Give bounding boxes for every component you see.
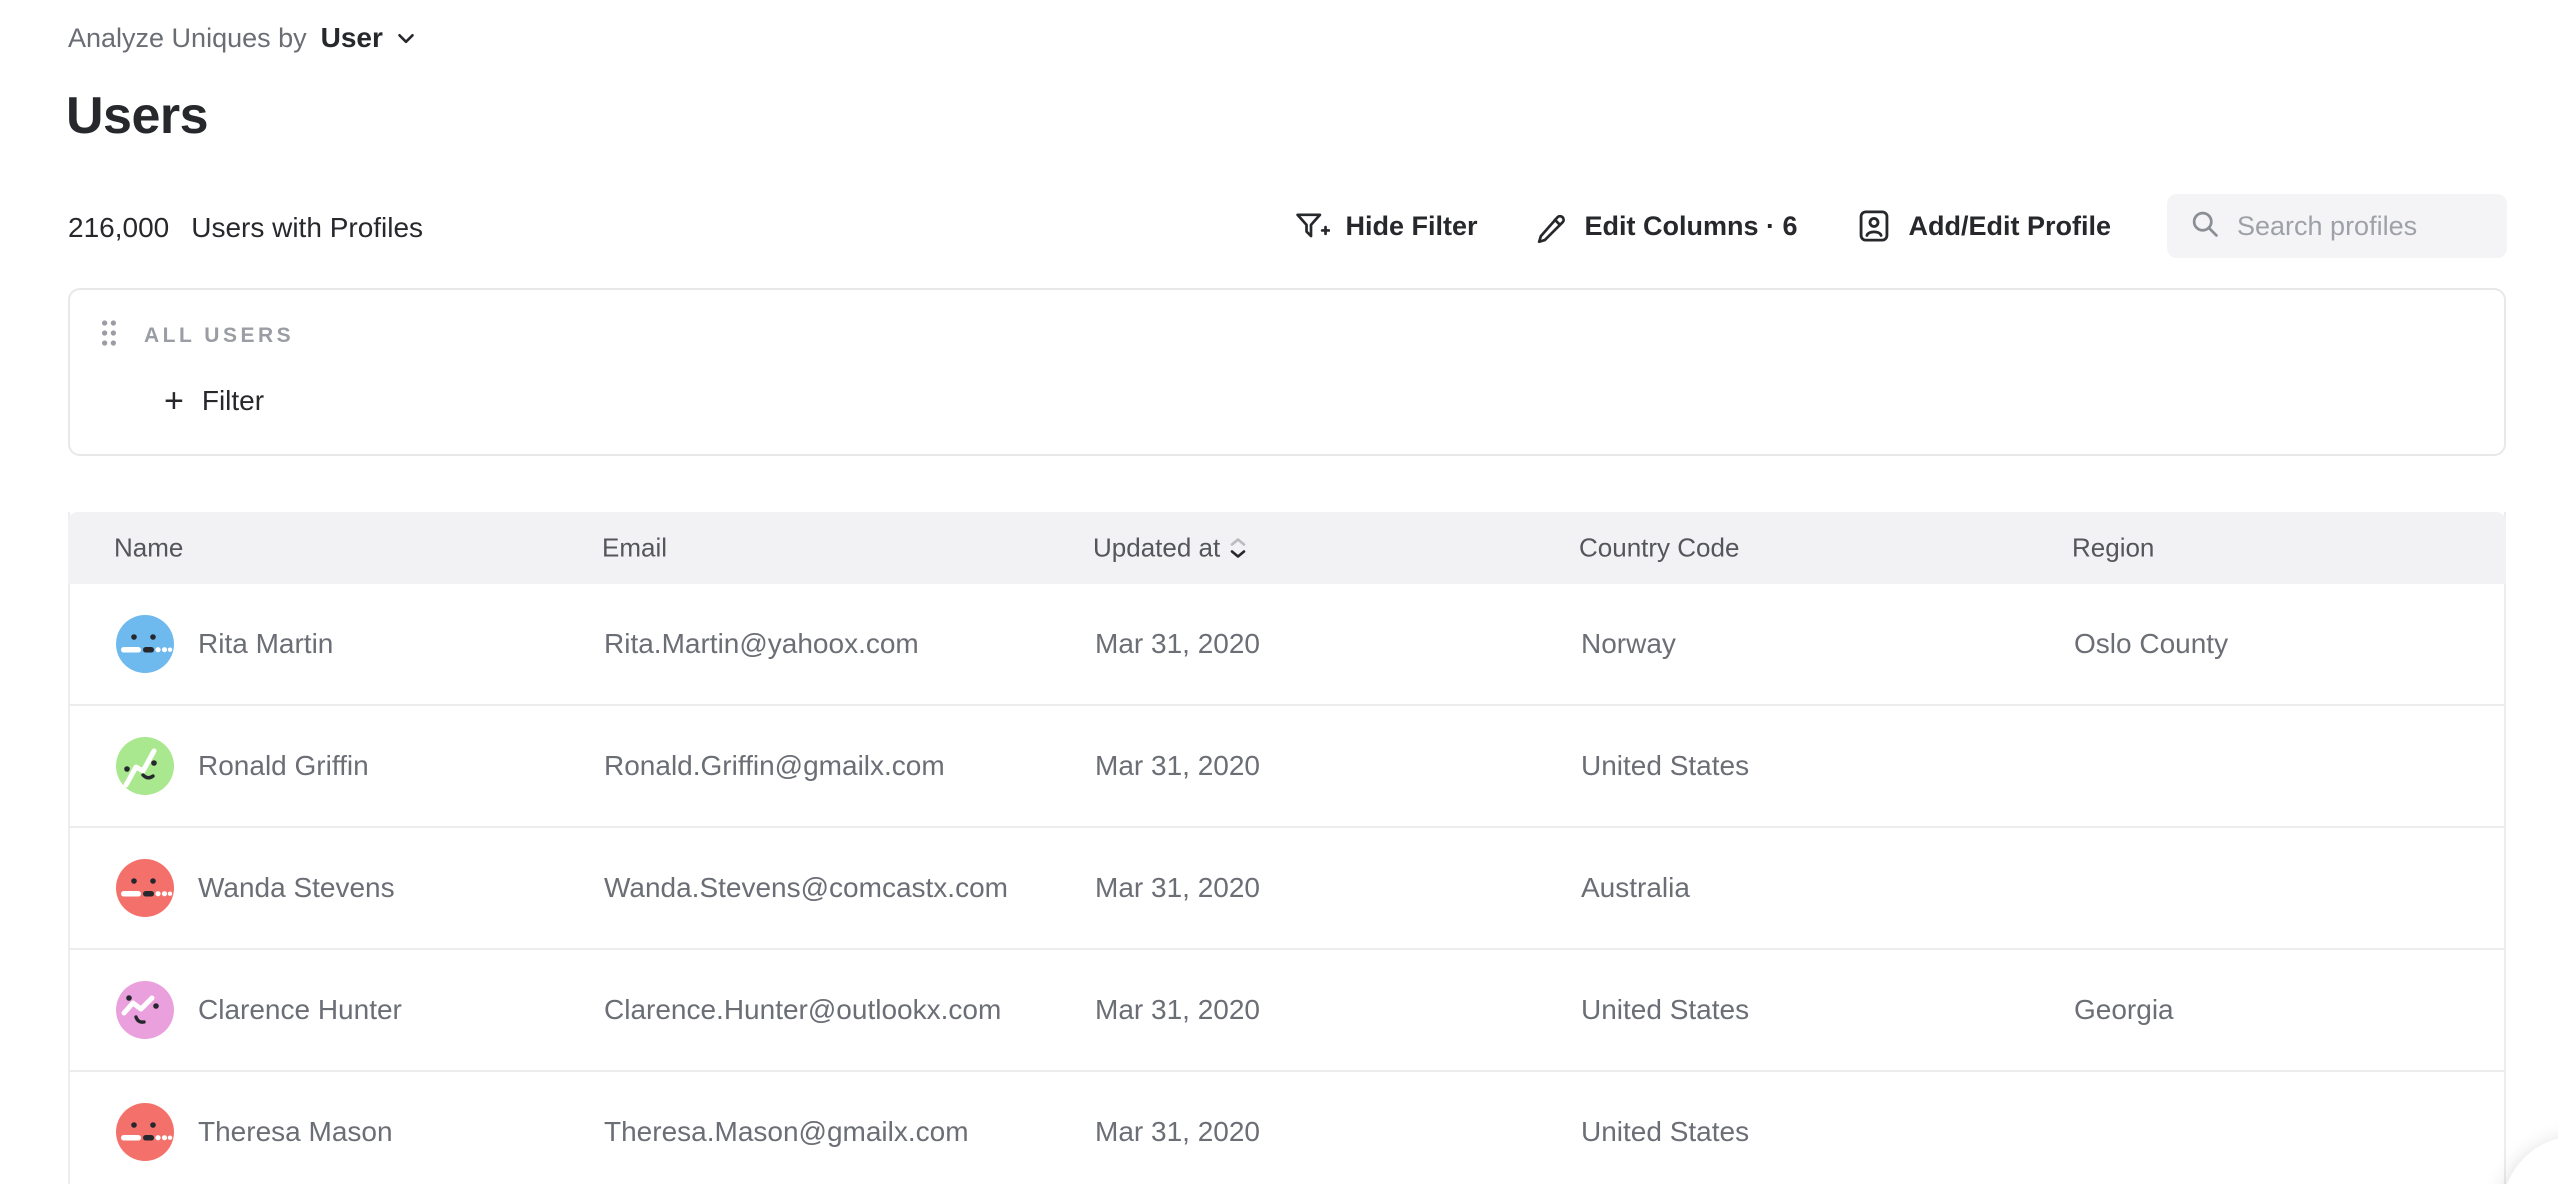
table-row[interactable]: Ronald Griffin Ronald.Griffin@gmailx.com… — [70, 706, 2504, 828]
add-edit-profile-label: Add/Edit Profile — [1909, 211, 2112, 242]
user-email: Theresa.Mason@gmailx.com — [604, 1116, 969, 1148]
user-updated-at: Mar 31, 2020 — [1095, 750, 1260, 782]
plus-icon: + — [164, 384, 184, 418]
user-email: Wanda.Stevens@comcastx.com — [604, 872, 1008, 904]
table-row[interactable]: Theresa Mason Theresa.Mason@gmailx.com M… — [70, 1072, 2504, 1184]
help-button[interactable] — [2502, 1136, 2558, 1184]
hide-filter-button[interactable]: Hide Filter — [1292, 208, 1477, 244]
user-country-code: United States — [1581, 750, 1749, 782]
profiles-count: 216,000 — [68, 212, 169, 244]
avatar — [116, 981, 174, 1039]
user-country-code: Australia — [1581, 872, 1690, 904]
drag-handle-icon[interactable] — [100, 318, 118, 353]
users-page: Analyze Uniques by User Users 216,000 Us… — [0, 0, 2558, 1184]
column-header-region: Region — [2072, 533, 2154, 564]
edit-columns-label: Edit Columns · 6 — [1584, 211, 1797, 242]
user-email: Clarence.Hunter@outlookx.com — [604, 994, 1001, 1026]
analyze-by-dropdown[interactable]: User — [321, 22, 419, 54]
user-email: Rita.Martin@yahoox.com — [604, 628, 919, 660]
column-header-name: Name — [114, 533, 183, 564]
analyze-uniques-label: Analyze Uniques by — [68, 23, 307, 54]
filter-funnel-icon — [1292, 208, 1330, 244]
user-region: Georgia — [2074, 994, 2174, 1026]
table-header: Name Email Updated at Country Code Regio… — [68, 512, 2506, 584]
user-name: Wanda Stevens — [198, 872, 395, 904]
toolbar: Hide Filter Edit Columns · 6 Add/Edit Pr… — [1292, 192, 2507, 260]
add-edit-profile-button[interactable]: Add/Edit Profile — [1854, 206, 2112, 246]
add-filter-label: Filter — [202, 385, 264, 417]
avatar — [116, 859, 174, 917]
user-name: Theresa Mason — [198, 1116, 393, 1148]
filter-panel: ALL USERS + Filter — [68, 288, 2506, 456]
user-name: Clarence Hunter — [198, 994, 402, 1026]
user-country-code: United States — [1581, 1116, 1749, 1148]
user-name: Rita Martin — [198, 628, 333, 660]
cohort-group-label: ALL USERS — [144, 324, 294, 348]
user-updated-at: Mar 31, 2020 — [1095, 872, 1260, 904]
user-updated-at: Mar 31, 2020 — [1095, 994, 1260, 1026]
profiles-count-label: Users with Profiles — [191, 212, 423, 244]
table-row[interactable]: Clarence Hunter Clarence.Hunter@outlookx… — [70, 950, 2504, 1072]
search-profiles-box[interactable] — [2167, 194, 2507, 258]
search-icon — [2189, 208, 2221, 245]
table-row[interactable]: Wanda Stevens Wanda.Stevens@comcastx.com… — [70, 828, 2504, 950]
pencil-icon — [1533, 208, 1569, 244]
search-profiles-input[interactable] — [2237, 211, 2485, 242]
analyze-by-value: User — [321, 22, 383, 54]
column-header-updated-at[interactable]: Updated at — [1093, 533, 1246, 564]
analyze-uniques-row: Analyze Uniques by User — [68, 22, 419, 54]
column-header-email: Email — [602, 533, 667, 564]
add-filter-button[interactable]: + Filter — [164, 384, 264, 418]
user-email: Ronald.Griffin@gmailx.com — [604, 750, 945, 782]
sort-icon — [1230, 538, 1246, 559]
column-header-country-code: Country Code — [1579, 533, 1739, 564]
user-name: Ronald Griffin — [198, 750, 369, 782]
chevron-down-icon — [393, 25, 419, 51]
avatar — [116, 615, 174, 673]
user-country-code: United States — [1581, 994, 1749, 1026]
user-country-code: Norway — [1581, 628, 1676, 660]
edit-columns-button[interactable]: Edit Columns · 6 — [1533, 208, 1797, 244]
profiles-count-row: 216,000 Users with Profiles — [68, 212, 423, 244]
user-region: Oslo County — [2074, 628, 2228, 660]
users-table: Name Email Updated at Country Code Regio… — [68, 512, 2506, 1184]
profile-badge-icon — [1854, 206, 1894, 246]
avatar — [116, 737, 174, 795]
user-updated-at: Mar 31, 2020 — [1095, 1116, 1260, 1148]
avatar — [116, 1103, 174, 1161]
user-updated-at: Mar 31, 2020 — [1095, 628, 1260, 660]
page-title: Users — [66, 86, 208, 146]
hide-filter-label: Hide Filter — [1345, 211, 1477, 242]
table-row[interactable]: Rita Martin Rita.Martin@yahoox.com Mar 3… — [70, 584, 2504, 706]
